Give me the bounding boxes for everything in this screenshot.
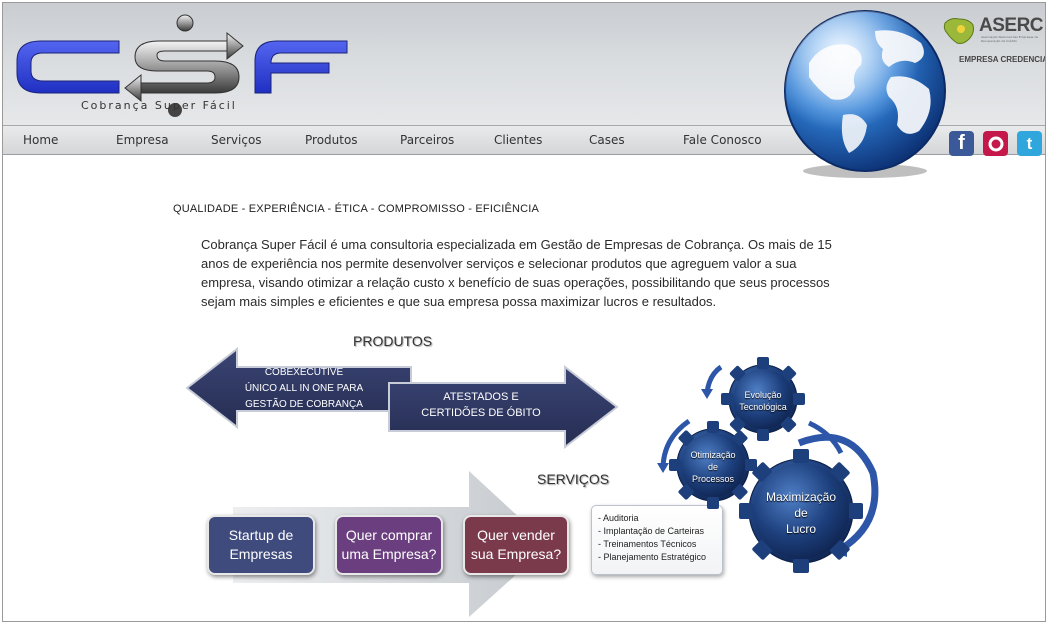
service-comprar-button[interactable]: Quer comprar uma Empresa?: [335, 515, 443, 575]
facebook-glyph: f: [958, 132, 965, 154]
service-vender-line-1: Quer vender: [477, 527, 555, 543]
product-right-line-1: ATESTADOS E: [443, 391, 519, 403]
service-comprar-line-1: Quer comprar: [345, 527, 433, 543]
product-left-line-2: ÚNICO ALL IN ONE PARA: [244, 383, 364, 394]
aserc-badge[interactable]: ASERC Associação Nacional das Empresas d…: [939, 13, 1045, 69]
gear-evolucao-line-2: Tecnológica: [739, 402, 787, 412]
product-cobexecutive-text[interactable]: COBEXECUTIVE ÚNICO ALL IN ONE PARA GESTÃ…: [239, 365, 369, 413]
gear-maximizacao-label: Maximização de Lucro: [759, 489, 843, 537]
brazil-map-icon: [943, 18, 974, 44]
gear-maximizacao-line-1: Maximização: [765, 490, 837, 504]
twitter-icon[interactable]: t: [1017, 131, 1042, 156]
gear-otimizacao-line-2: de: [707, 462, 718, 472]
service-startup-line-2: Empresas: [229, 546, 293, 562]
aserc-name: ASERC: [979, 15, 1044, 36]
gear-otimizacao-line-1: Otimização: [690, 450, 736, 460]
nav-clientes[interactable]: Clientes: [494, 133, 542, 147]
gear-maximizacao-line-3: Lucro: [785, 522, 817, 536]
nav-empresa[interactable]: Empresa: [116, 133, 169, 147]
twitter-glyph: t: [1026, 133, 1033, 153]
nav-servicos[interactable]: Serviços: [211, 133, 262, 147]
service-comprar-line-2: uma Empresa?: [341, 546, 437, 562]
gear-evolucao-line-1: Evolução: [744, 390, 782, 400]
orkut-icon[interactable]: [983, 131, 1008, 156]
gear-otimizacao-label: Otimização de Processos: [677, 449, 749, 485]
product-left-line-3: GESTÃO DE COBRANÇA: [245, 399, 363, 410]
nav-parceiros[interactable]: Parceiros: [400, 133, 454, 147]
product-right-line-2: CERTIDÕES DE ÓBITO: [421, 407, 541, 419]
nav-cases[interactable]: Cases: [589, 133, 625, 147]
nav-fale-conosco[interactable]: Fale Conosco: [683, 133, 762, 147]
facebook-icon[interactable]: f: [949, 131, 974, 156]
gear-evolucao-label: Evolução Tecnológica: [727, 389, 799, 413]
servicos-heading: SERVIÇOS: [537, 471, 610, 487]
page-frame: Cobrança Super Fácil Home Empresa Serviç…: [2, 2, 1046, 622]
service-vender-line-2: sua Empresa?: [470, 546, 562, 562]
aserc-subtitle: Associação Nacional das Empresas de Recu…: [981, 35, 1039, 43]
logo-tagline: Cobrança Super Fácil: [81, 99, 237, 112]
service-startup-line-1: Startup de: [228, 527, 294, 543]
product-atestados-text[interactable]: ATESTADOS E CERTIDÕES DE ÓBITO: [411, 389, 551, 421]
nav-home[interactable]: Home: [23, 133, 58, 147]
service-vender-button[interactable]: Quer vender sua Empresa?: [463, 515, 569, 575]
orkut-ring-icon: [988, 136, 1003, 151]
nav-produtos[interactable]: Produtos: [305, 133, 358, 147]
aserc-credential: EMPRESA CREDENCIADA: [959, 55, 1045, 64]
values-tagline: QUALIDADE - EXPERIÊNCIA - ÉTICA - COMPRO…: [173, 203, 540, 215]
gear-maximizacao-line-2: de: [794, 506, 808, 520]
globe-image: [784, 10, 946, 178]
intro-paragraph: Cobrança Super Fácil é uma consultoria e…: [201, 237, 832, 309]
gear-otimizacao-line-3: Processos: [691, 474, 735, 484]
product-left-line-1: COBEXECUTIVE: [264, 367, 344, 378]
service-startup-button[interactable]: Startup de Empresas: [207, 515, 315, 575]
